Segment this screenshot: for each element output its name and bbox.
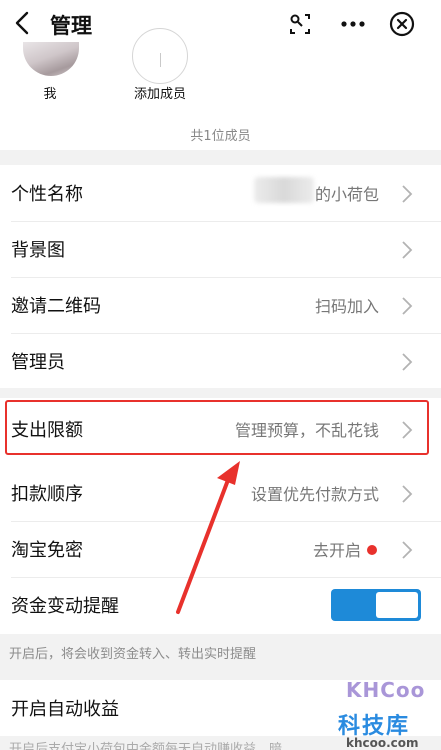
deduct-order-value: 设置优先付款方式 (250, 485, 379, 504)
chevron-right-icon (402, 297, 413, 315)
watermark-logo: KHCoo 科技库 khcoo.com (338, 676, 438, 750)
nickname-label: 个性名称 (11, 184, 83, 205)
row-taobao[interactable]: 淘宝免密 去开启 (0, 521, 441, 577)
fund-alert-toggle[interactable] (331, 589, 421, 621)
chevron-right-icon (402, 241, 413, 259)
member-me-label: 我 (43, 87, 57, 102)
red-dot-badge (367, 545, 377, 555)
settings-card-general: 个性名称 的小荷包 背景图 邀请二维码 扫码加入 管理员 (0, 165, 441, 388)
auto-yield-label: 开启自动收益 (11, 699, 119, 720)
member-count: 共1位成员 (190, 129, 251, 144)
blurred-name (254, 177, 314, 203)
more-icon[interactable] (340, 12, 366, 36)
watermark-url: khcoo.com (346, 736, 419, 750)
taobao-value: 去开启 (312, 541, 361, 560)
auto-yield-hint: 开启后支付宝小荷包中金额每天自动赚收益，暗 (9, 742, 283, 750)
chevron-right-icon (402, 185, 413, 203)
fund-alert-label: 资金变动提醒 (11, 596, 119, 617)
toggle-knob (376, 592, 418, 618)
row-fund-alert: 资金变动提醒 (0, 577, 441, 633)
avatar[interactable] (23, 42, 79, 76)
add-member-button[interactable] (132, 28, 188, 84)
invite-qr-label: 邀请二维码 (11, 296, 101, 317)
add-member-label[interactable]: 添加成员 (110, 83, 210, 102)
row-background[interactable]: 背景图 (0, 221, 441, 277)
row-nickname[interactable]: 个性名称 的小荷包 (0, 165, 441, 221)
page-title: 管理 (50, 14, 92, 38)
members-section: 我 添加成员 共1位成员 (0, 28, 441, 150)
background-label: 背景图 (11, 240, 65, 261)
row-invite-qr[interactable]: 邀请二维码 扫码加入 (0, 277, 441, 333)
nickname-value: 的小荷包 (314, 185, 379, 204)
row-admin[interactable]: 管理员 (0, 333, 441, 389)
admin-label: 管理员 (11, 352, 65, 373)
row-deduct-order[interactable]: 扣款顺序 设置优先付款方式 (0, 465, 441, 521)
fund-alert-hint: 开启后，将会收到资金转入、转出实时提醒 (9, 647, 257, 662)
watermark-brand: KHCoo (346, 678, 426, 702)
chevron-right-icon (402, 353, 413, 371)
highlight-box (5, 400, 429, 455)
close-circle-icon[interactable] (389, 11, 415, 37)
scan-icon[interactable] (288, 12, 312, 36)
invite-qr-value: 扫码加入 (314, 297, 379, 316)
deduct-order-label: 扣款顺序 (11, 484, 83, 505)
chevron-right-icon (402, 541, 413, 559)
chevron-right-icon (402, 485, 413, 503)
taobao-label: 淘宝免密 (11, 540, 83, 561)
back-arrow-icon[interactable] (8, 8, 38, 38)
